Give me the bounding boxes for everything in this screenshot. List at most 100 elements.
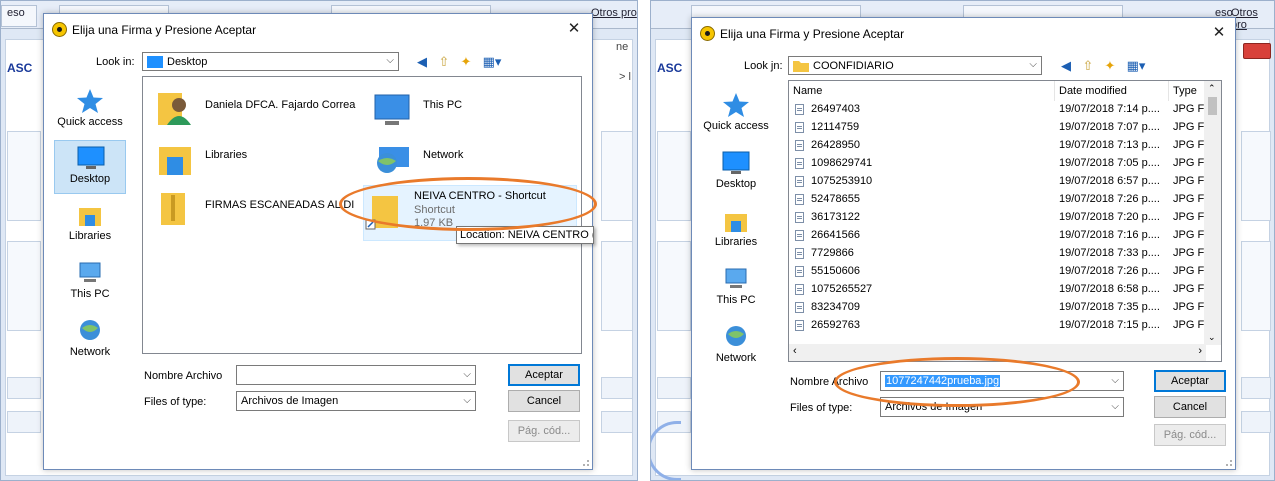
place-network[interactable]: Network xyxy=(54,314,126,368)
network-icon xyxy=(377,147,409,173)
up-folder-icon[interactable]: ⇧ xyxy=(1080,58,1096,74)
look-in-dropdown[interactable]: COONFIDIARIO ⌵ xyxy=(788,56,1042,75)
file-name-input[interactable]: 1077247442prueba.jpg ⌵ xyxy=(880,371,1124,391)
chevron-down-icon: ⌵ xyxy=(1111,401,1119,412)
new-folder-icon[interactable]: ✦ xyxy=(458,54,474,70)
cancel-button[interactable]: Cancel xyxy=(1154,396,1226,418)
resize-grip-icon[interactable] xyxy=(1223,457,1233,467)
otros-link[interactable]: Otros pro xyxy=(1231,7,1274,31)
list-item[interactable]: Libraries xyxy=(155,139,365,179)
scroll-thumb[interactable] xyxy=(1208,97,1217,115)
file-name-cell: 26428950 xyxy=(811,139,860,151)
accept-button[interactable]: Aceptar xyxy=(508,364,580,386)
file-date-cell: 19/07/2018 7:35 p.... xyxy=(1059,301,1160,313)
file-name-input[interactable]: ⌵ xyxy=(236,365,476,385)
file-date-cell: 19/07/2018 7:26 p.... xyxy=(1059,265,1160,277)
place-this-pc[interactable]: This PC xyxy=(54,256,126,310)
image-file-icon xyxy=(795,284,804,295)
table-row[interactable]: 26641566 19/07/2018 7:16 p.... JPG Fil xyxy=(789,227,1207,244)
horizontal-scrollbar[interactable]: ‹ › xyxy=(789,344,1206,361)
table-row[interactable]: 1075253910 19/07/2018 6:57 p.... JPG Fil xyxy=(789,173,1207,190)
file-date-cell: 19/07/2018 7:14 p.... xyxy=(1059,103,1160,115)
file-list-pane[interactable]: Daniela DFCA. Fajardo Correa This PC Lib… xyxy=(142,76,582,354)
scroll-up-icon[interactable]: ⌃ xyxy=(1208,83,1216,94)
table-row[interactable]: 26428950 19/07/2018 7:13 p.... JPG Fil xyxy=(789,137,1207,154)
file-dialog: Elija una Firma y Presione Aceptar ✕ Loo… xyxy=(43,13,597,470)
table-row[interactable]: 26592763 19/07/2018 7:15 p.... JPG Fil xyxy=(789,317,1207,334)
cancel-button[interactable]: Cancel xyxy=(508,390,580,412)
list-item[interactable]: This PC xyxy=(373,89,563,129)
resize-grip-icon[interactable] xyxy=(580,457,590,467)
codepage-button[interactable]: Pág. cód... xyxy=(1154,424,1226,446)
place-quick-access[interactable]: Quick access xyxy=(700,88,772,142)
new-folder-icon[interactable]: ✦ xyxy=(1102,58,1118,74)
place-desktop[interactable]: Desktop xyxy=(700,146,772,200)
table-row[interactable]: 12114759 19/07/2018 7:07 p.... JPG Fil xyxy=(789,119,1207,136)
chevron-down-icon: ⌵ xyxy=(386,55,394,66)
background-close-button[interactable] xyxy=(1243,43,1271,59)
vertical-scrollbar[interactable]: ⌃ ⌄ xyxy=(1204,81,1221,345)
table-row[interactable]: 55150606 19/07/2018 7:26 p.... JPG Fil xyxy=(789,263,1207,280)
star-icon xyxy=(77,89,103,113)
file-name-cell: 1075265527 xyxy=(811,283,873,295)
file-list-pane[interactable]: Name Date modified Type 26497403 19/07/20… xyxy=(788,80,1222,362)
place-libraries[interactable]: Libraries xyxy=(54,198,126,252)
background-box xyxy=(601,131,633,221)
list-item[interactable]: FIRMAS ESCANEADAS AL DI xyxy=(155,189,365,229)
column-header-type[interactable]: Type xyxy=(1169,81,1205,101)
table-row[interactable]: 52478655 19/07/2018 7:26 p.... JPG Fil xyxy=(789,191,1207,208)
list-item[interactable]: Daniela DFCA. Fajardo Correa xyxy=(155,89,365,129)
item-label: This PC xyxy=(423,99,463,111)
chevron-down-icon: ⌵ xyxy=(1111,375,1119,386)
shortcut-icon xyxy=(365,196,398,230)
table-row[interactable]: 83234709 19/07/2018 7:35 p.... JPG Fil xyxy=(789,299,1207,316)
close-button[interactable]: ✕ xyxy=(564,19,584,39)
table-row[interactable]: 26497403 19/07/2018 7:14 p.... JPG Fil xyxy=(789,101,1207,118)
place-libraries[interactable]: Libraries xyxy=(700,204,772,258)
place-quick-access[interactable]: Quick access xyxy=(54,84,126,138)
back-icon[interactable]: ◀ xyxy=(414,54,430,70)
list-item[interactable]: Network xyxy=(373,139,563,179)
file-type-value: Archivos de Imagen xyxy=(885,401,983,413)
back-icon[interactable]: ◀ xyxy=(1058,58,1074,74)
location-tooltip: Location: NEIVA CENTRO (\\10.10.2 xyxy=(456,226,594,244)
close-button[interactable]: ✕ xyxy=(1209,23,1229,43)
place-this-pc[interactable]: This PC xyxy=(700,262,772,316)
file-type-select[interactable]: Archivos de Imagen ⌵ xyxy=(880,397,1124,417)
libraries-icon xyxy=(725,214,747,232)
table-row[interactable]: 7729866 19/07/2018 7:33 p.... JPG Fil xyxy=(789,245,1207,262)
background-box xyxy=(657,241,691,331)
scroll-right-icon[interactable]: › xyxy=(1198,345,1202,357)
place-network[interactable]: Network xyxy=(700,320,772,374)
view-menu-icon[interactable]: ▦▾ xyxy=(480,54,504,70)
desktop-icon xyxy=(147,56,163,68)
column-header-date[interactable]: Date modified xyxy=(1055,81,1169,101)
file-date-cell: 19/07/2018 7:07 p.... xyxy=(1059,121,1160,133)
file-type-select[interactable]: Archivos de Imagen ⌵ xyxy=(236,391,476,411)
file-name-cell: 26641566 xyxy=(811,229,860,241)
scroll-down-icon[interactable]: ⌄ xyxy=(1208,332,1216,343)
otros-link[interactable]: Otros pro xyxy=(591,7,637,19)
background-strip xyxy=(1241,411,1271,433)
file-type-cell: JPG Fil xyxy=(1173,319,1207,331)
place-desktop[interactable]: Desktop xyxy=(54,140,126,194)
table-row[interactable]: 36173122 19/07/2018 7:20 p.... JPG Fil xyxy=(789,209,1207,226)
dialog-title: Elija una Firma y Presione Aceptar xyxy=(72,23,257,37)
background-tab-label: eso xyxy=(7,7,25,19)
table-row[interactable]: 1075265527 19/07/2018 6:58 p.... JPG Fil xyxy=(789,281,1207,298)
background-strip xyxy=(1241,377,1271,399)
background-strip xyxy=(601,411,633,433)
codepage-button[interactable]: Pág. cód... xyxy=(508,420,580,442)
file-name-cell: 83234709 xyxy=(811,301,860,313)
table-row[interactable]: 1098629741 19/07/2018 7:05 p.... JPG Fil xyxy=(789,155,1207,172)
file-name-cell: 55150606 xyxy=(811,265,860,277)
look-in-dropdown[interactable]: Desktop ⌵ xyxy=(142,52,399,71)
item-type: Shortcut xyxy=(414,204,455,216)
scroll-left-icon[interactable]: ‹ xyxy=(793,345,797,357)
accept-button[interactable]: Aceptar xyxy=(1154,370,1226,392)
file-date-cell: 19/07/2018 7:33 p.... xyxy=(1059,247,1160,259)
image-file-icon xyxy=(795,266,804,277)
up-folder-icon[interactable]: ⇧ xyxy=(436,54,452,70)
view-menu-icon[interactable]: ▦▾ xyxy=(1124,58,1148,74)
column-header-name[interactable]: Name xyxy=(789,81,1055,101)
